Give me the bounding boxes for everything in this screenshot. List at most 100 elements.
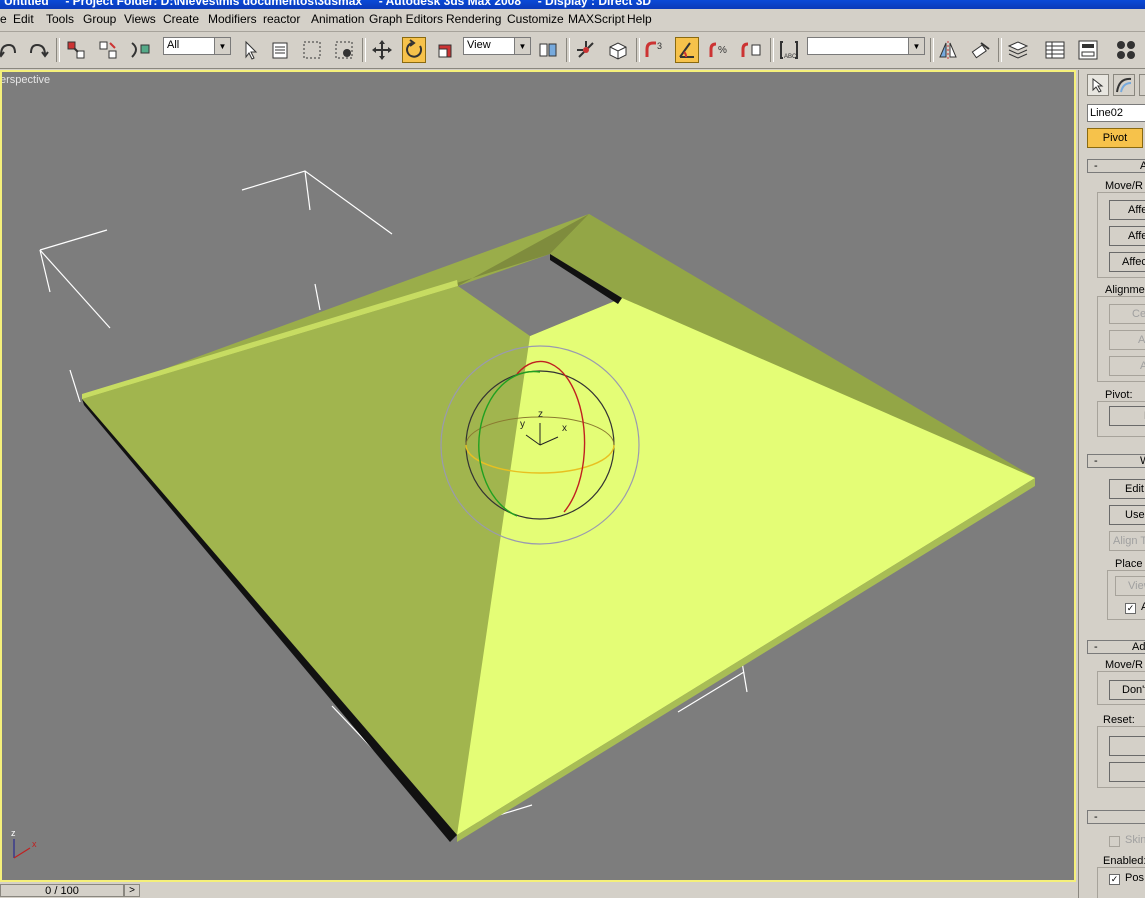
redo-icon[interactable] <box>26 37 50 63</box>
align-to-object-button[interactable]: Al <box>1109 330 1145 350</box>
rollout-adjust-pivot[interactable]: - A <box>1087 159 1145 173</box>
select-icon[interactable] <box>238 37 262 63</box>
dont-affect-children-button[interactable]: Don't <box>1109 680 1145 700</box>
pivot-center-icon[interactable] <box>536 37 560 63</box>
undo-icon[interactable] <box>0 37 20 63</box>
axis-label-z: z <box>11 828 16 838</box>
affect-hierarchy-only-button[interactable]: Affec <box>1109 252 1145 272</box>
perspective-viewport[interactable]: erspective z y x z x <box>0 70 1076 882</box>
position-enabled-checkbox[interactable]: ✓ <box>1109 874 1120 885</box>
svg-text:ABC: ABC <box>784 54 797 60</box>
toolbar-separator <box>998 38 1002 62</box>
menu-modifiers[interactable]: Modifiers <box>208 12 257 26</box>
selection-filter-dropdown[interactable]: All ▼ <box>163 37 231 55</box>
svg-text:%: % <box>718 45 727 56</box>
curve-editor-icon[interactable] <box>1043 37 1067 63</box>
menu-maxscript[interactable]: MAXScript <box>568 12 625 26</box>
angle-snap-icon[interactable] <box>675 37 699 63</box>
menu-reactor[interactable]: reactor <box>263 12 300 26</box>
percent-snap-icon[interactable]: % <box>707 37 731 63</box>
svg-text:3: 3 <box>657 41 662 51</box>
affect-pivot-only-button[interactable]: Affe <box>1109 200 1145 220</box>
chevron-down-icon: ▼ <box>908 38 924 54</box>
unlink-icon[interactable] <box>96 37 120 63</box>
time-next-button[interactable]: > <box>124 884 140 897</box>
menu-bar: e Edit Tools Group Views Create Modifier… <box>0 9 1145 32</box>
object-name-field[interactable]: Line02 <box>1087 104 1145 122</box>
menu-tools[interactable]: Tools <box>46 12 74 26</box>
chevron-down-icon: ▼ <box>214 38 230 54</box>
material-editor-icon[interactable] <box>1114 37 1138 63</box>
edit-working-pivot-button[interactable]: Edit <box>1109 479 1145 499</box>
command-panel: Line02 Pivot - A Move/R Affe Affe Affec … <box>1078 70 1145 898</box>
roof-left-slope <box>82 285 530 835</box>
align-to-world-button[interactable]: A <box>1109 356 1145 376</box>
pivot-button[interactable]: Pivot <box>1087 128 1143 148</box>
menu-rendering[interactable]: Rendering <box>446 12 501 26</box>
group-label-move-rotate: Move/R <box>1105 180 1143 192</box>
toolbar-separator <box>362 38 366 62</box>
gizmo-label-y: y <box>520 419 525 430</box>
menu-help[interactable]: Help <box>627 12 652 26</box>
tab-hierarchy[interactable] <box>1139 74 1145 96</box>
select-by-name-icon[interactable] <box>268 37 292 63</box>
reset-scale-button[interactable] <box>1109 762 1145 782</box>
rollout-minus: - <box>1094 160 1098 172</box>
scale-icon[interactable] <box>434 37 458 63</box>
rect-region-icon[interactable] <box>300 37 324 63</box>
layer-manager-icon[interactable] <box>1006 37 1030 63</box>
bind-spacewarp-icon[interactable] <box>128 37 152 63</box>
menu-group[interactable]: Group <box>83 12 116 26</box>
align-checkbox[interactable]: ✓ <box>1125 603 1136 614</box>
rollout-skin-pose[interactable]: - <box>1087 810 1145 824</box>
named-selection-dropdown[interactable]: ▼ <box>807 37 925 55</box>
edit-named-selections-icon[interactable]: ABC <box>777 37 801 63</box>
spinner-snap-icon[interactable] <box>739 37 763 63</box>
toolbar-separator <box>56 38 60 62</box>
rotate-icon[interactable] <box>402 37 426 63</box>
mirror-icon[interactable] <box>936 37 960 63</box>
group-label-move-rotate-2: Move/R <box>1105 659 1143 671</box>
use-working-pivot-button[interactable]: Use <box>1109 505 1145 525</box>
rollout-working-pivot[interactable]: - W <box>1087 454 1145 468</box>
window-crossing-icon[interactable] <box>332 37 356 63</box>
group-label-alignment: Alignmer <box>1105 284 1145 296</box>
align-to-view-button[interactable]: Align T <box>1109 531 1145 551</box>
schematic-view-icon[interactable] <box>1076 37 1100 63</box>
menu-views[interactable]: Views <box>124 12 156 26</box>
main-toolbar: All ▼ View ▼ 3 % ABC ▼ <box>0 32 1145 69</box>
menu-graph-editors[interactable]: Graph Editors <box>369 12 443 26</box>
view-button[interactable]: View <box>1115 576 1145 596</box>
keyboard-shortcut-icon[interactable] <box>606 37 630 63</box>
select-manipulate-icon[interactable] <box>574 37 598 63</box>
snap-3-icon[interactable]: 3 <box>643 37 667 63</box>
menu-animation[interactable]: Animation <box>311 12 364 26</box>
time-slider[interactable]: 0 / 100 <box>0 884 124 897</box>
align-icon[interactable] <box>968 37 992 63</box>
menu-customize[interactable]: Customize <box>507 12 564 26</box>
align-checkbox-label: A <box>1141 601 1145 613</box>
viewport-scene: z y x z x <box>11 170 1035 859</box>
toolbar-separator <box>930 38 934 62</box>
rollout-adjust-transform[interactable]: - Adj <box>1087 640 1145 654</box>
center-to-object-button[interactable]: Ce <box>1109 304 1145 324</box>
rollout-minus: - <box>1094 811 1098 823</box>
tab-modify[interactable] <box>1113 74 1135 96</box>
axis-label-x: x <box>32 839 37 849</box>
skin-pose-checkbox[interactable] <box>1109 836 1120 847</box>
menu-edit[interactable]: Edit <box>13 12 34 26</box>
menu-file[interactable]: e <box>0 12 7 26</box>
window-title: Untitled - Project Folder: D:\Nieves\mis… <box>4 0 652 8</box>
reference-coord-dropdown[interactable]: View ▼ <box>463 37 531 55</box>
select-link-icon[interactable] <box>64 37 88 63</box>
time-bar: 0 / 100 > <box>0 883 1076 898</box>
group-label-place: Place <box>1115 558 1143 570</box>
menu-create[interactable]: Create <box>163 12 199 26</box>
position-enabled-label: Pos <box>1125 872 1144 884</box>
tab-create[interactable] <box>1087 74 1109 96</box>
reset-transform-button[interactable] <box>1109 736 1145 756</box>
rollout-title: W <box>1140 455 1145 467</box>
affect-object-only-button[interactable]: Affe <box>1109 226 1145 246</box>
move-icon[interactable] <box>370 37 394 63</box>
reset-pivot-button[interactable]: R <box>1109 406 1145 426</box>
